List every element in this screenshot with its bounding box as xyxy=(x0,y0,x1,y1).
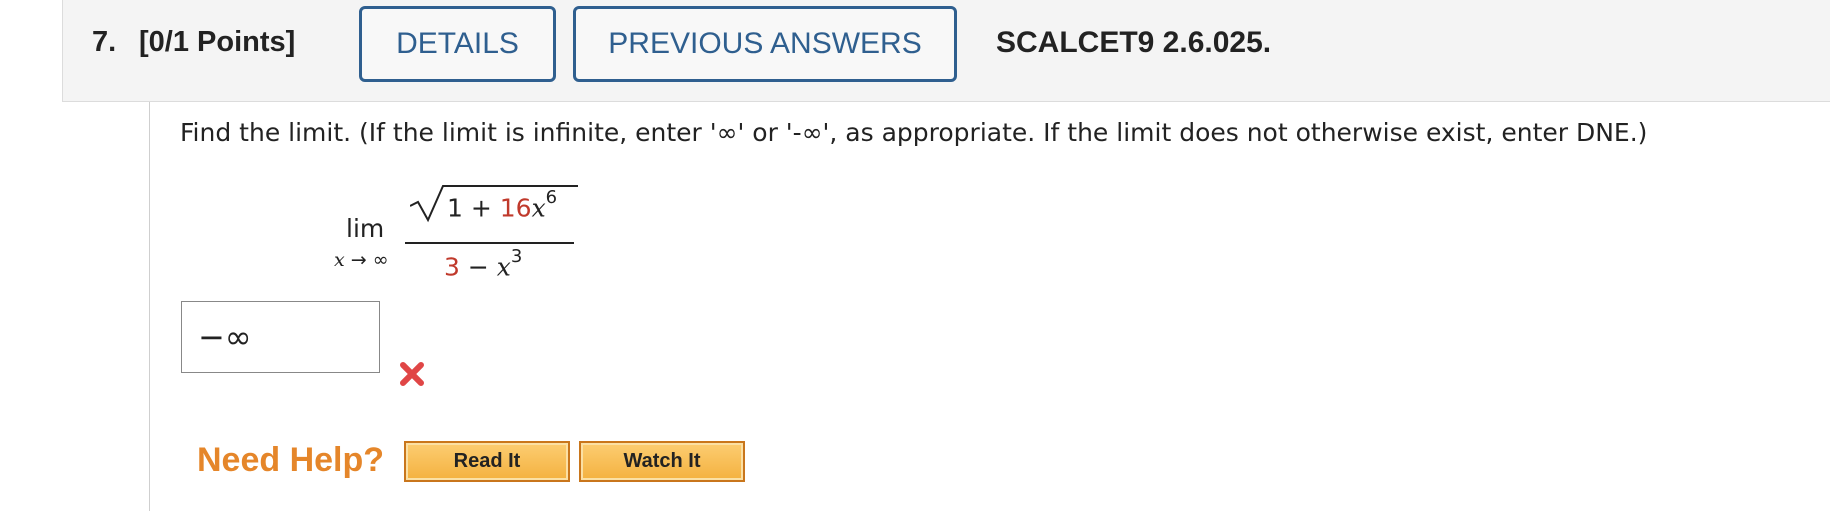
question-number: 7. xyxy=(92,26,117,58)
incorrect-x-icon xyxy=(400,362,424,386)
lim-subscript: x → ∞ xyxy=(334,249,389,271)
watch-it-button[interactable]: Watch It xyxy=(579,441,745,482)
previous-answers-button[interactable]: PREVIOUS ANSWERS xyxy=(573,6,957,82)
read-it-button[interactable]: Read It xyxy=(404,441,570,482)
content-divider xyxy=(149,102,150,511)
details-button[interactable]: DETAILS xyxy=(359,6,556,82)
numerator: 1 + 16x6 xyxy=(447,187,558,223)
question-instructions: Find the limit. (If the limit is infinit… xyxy=(180,118,1648,147)
answer-input[interactable]: −∞ xyxy=(181,301,380,373)
fraction-bar xyxy=(405,242,574,244)
limit-expression: lim x → ∞ 1 + 16x6 3 − x3 xyxy=(330,180,590,290)
need-help-label: Need Help? xyxy=(197,441,385,479)
question-points: [0/1 Points] xyxy=(139,26,296,58)
lim-operator: lim xyxy=(346,214,385,243)
question-reference: SCALCET9 2.6.025. xyxy=(996,26,1272,59)
denominator: 3 − x3 xyxy=(444,246,523,282)
